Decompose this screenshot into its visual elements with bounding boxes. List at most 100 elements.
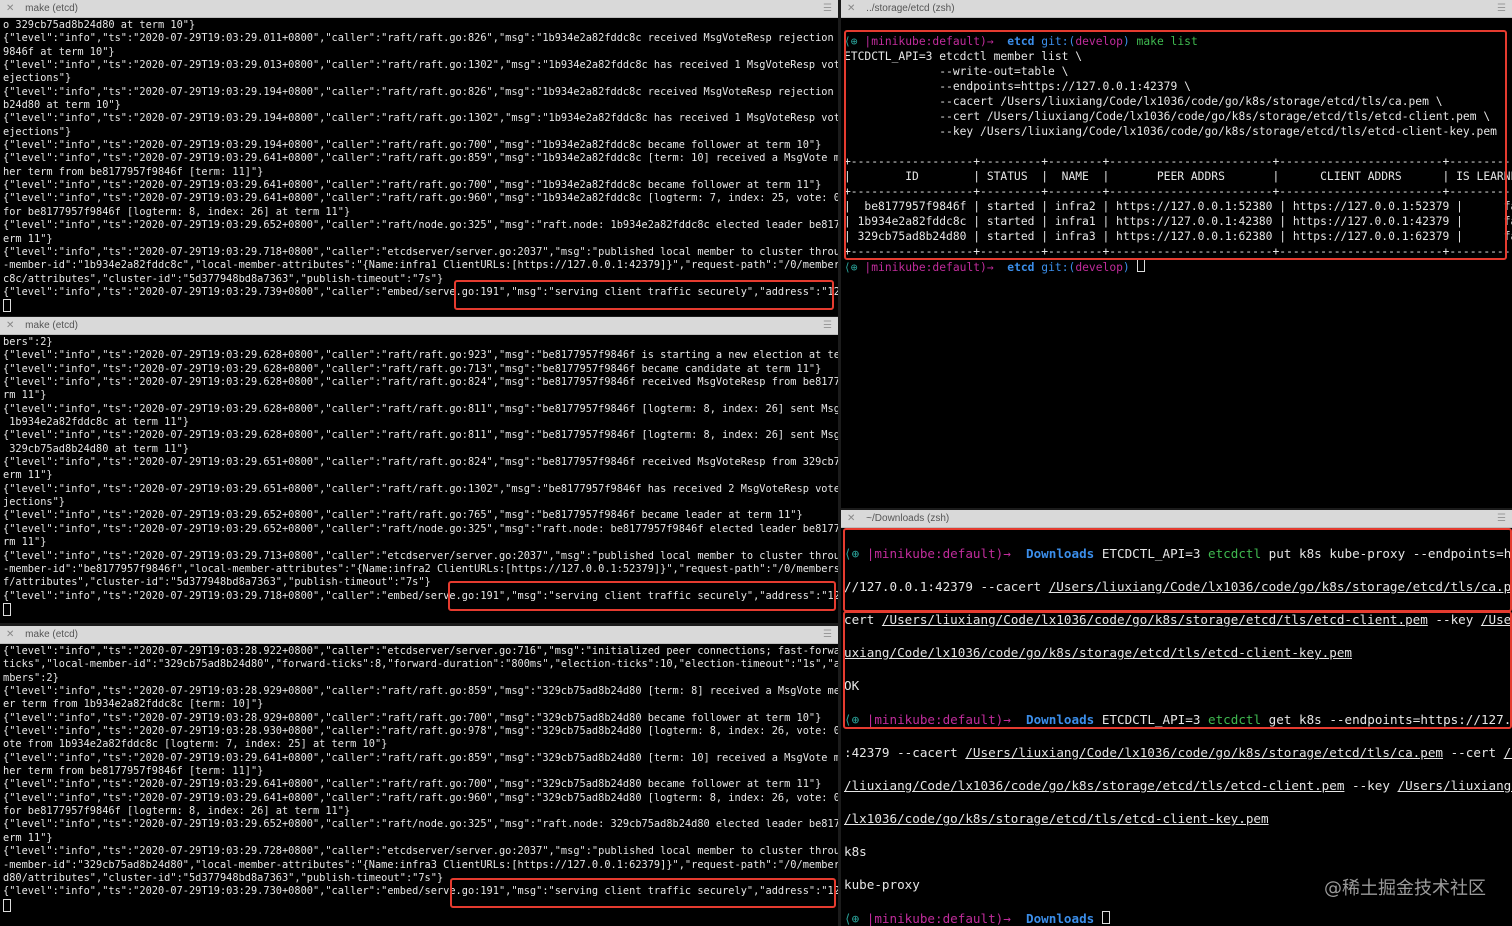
menu-icon[interactable]: ☰ — [823, 626, 832, 643]
log-line: her term from be8177957f9846f [term: 11]… — [3, 165, 264, 178]
command-line: ⟨⊕ |minikube:default)→ Downloads ETCDCTL… — [844, 711, 1512, 727]
log-line: erm 11"} — [3, 831, 53, 844]
log-line: f/attributes","cluster-id":"5d377948bd8a… — [3, 576, 431, 589]
log-line: d80/attributes","cluster-id":"5d377948bd… — [3, 871, 444, 884]
log-line: {"level":"info","ts":"2020-07-29T19:03:2… — [3, 725, 838, 738]
log-line: ticks","local-member-id":"329cb75ad8b24d… — [3, 658, 838, 671]
command-output-line: --cacert /Users/liuxiang/Code/lx1036/cod… — [844, 95, 1443, 108]
pane-titlebar[interactable]: ✕ make (etcd) ☰ — [0, 0, 838, 18]
close-icon[interactable]: ✕ — [6, 320, 14, 331]
pane-title: make (etcd) — [25, 629, 78, 640]
log-line: -member-id":"1b934e2a82fddc8c","local-me… — [3, 259, 838, 272]
text-cursor — [1136, 259, 1145, 272]
log-output: bers":2} {"level":"info","ts":"2020-07-29… — [0, 335, 838, 623]
log-line: rm 11"} — [3, 389, 47, 402]
command-line: uxiang/Code/lx1036/code/go/k8s/storage/e… — [844, 645, 1352, 661]
terminal-pane-etcd[interactable]: ✕ ../storage/etcd (zsh) ☰ ⟨⊕ |minikube:d… — [841, 0, 1512, 508]
log-line: {"level":"info","ts":"2020-07-29T19:03:2… — [3, 152, 838, 165]
pane-titlebar[interactable]: ✕ make (etcd) ☰ — [0, 317, 838, 335]
table-row: +------------------+---------+--------+-… — [844, 245, 1512, 258]
log-line: ejections"} — [3, 72, 72, 85]
cursor-line — [3, 898, 835, 915]
log-output: o 329cb75ad8b24d80 at term 10"} {"level":… — [0, 18, 838, 316]
terminal-pane-infra2[interactable]: ✕ make (etcd) ☰ bers":2} {"level":"info",… — [0, 317, 838, 623]
text-cursor — [3, 299, 11, 313]
log-line: c8c/attributes","cluster-id":"5d377948bd… — [3, 272, 444, 285]
log-line: -member-id":"329cb75ad8b24d80","local-me… — [3, 858, 838, 871]
pane-titlebar[interactable]: ✕ ../storage/etcd (zsh) ☰ — [841, 0, 1512, 18]
log-line: {"level":"info","ts":"2020-07-29T19:03:2… — [3, 112, 838, 125]
shell-output: ⟨⊕ |minikube:default)→ etcd git:(develop… — [841, 18, 1512, 508]
log-line: {"level":"info","ts":"2020-07-29T19:03:2… — [3, 818, 838, 831]
log-line: mbers":2} — [3, 671, 59, 684]
log-line: erm 11"} — [3, 232, 53, 245]
terminal-pane-infra1[interactable]: ✕ make (etcd) ☰ o 329cb75ad8b24d80 at te… — [0, 0, 838, 316]
prompt-line: ⟨⊕ |minikube:default)→ etcd git:(develop… — [844, 259, 1509, 275]
log-line: for be8177957f9846f [logterm: 8, index: … — [3, 805, 351, 818]
log-line: {"level":"info","ts":"2020-07-29T19:03:2… — [3, 791, 838, 804]
menu-icon[interactable]: ☰ — [823, 0, 832, 17]
log-line: 9846f at term 10"} — [3, 45, 115, 58]
pane-title: ~/Downloads (zsh) — [866, 513, 950, 524]
log-line: {"level":"info","ts":"2020-07-29T19:03:2… — [3, 245, 838, 258]
command-output-line: ETCDCTL_API=3 etcdctl member list \ — [844, 50, 1083, 63]
log-line: {"level":"info","ts":"2020-07-29T19:03:2… — [3, 685, 838, 698]
menu-icon[interactable]: ☰ — [823, 317, 832, 334]
close-icon[interactable]: ✕ — [6, 629, 14, 640]
log-line: {"level":"info","ts":"2020-07-29T19:03:2… — [3, 219, 838, 232]
close-icon[interactable]: ✕ — [847, 513, 855, 524]
log-line: {"level":"info","ts":"2020-07-29T19:03:2… — [3, 429, 838, 442]
log-line: {"level":"info","ts":"2020-07-29T19:03:2… — [3, 482, 838, 495]
log-line: {"level":"info","ts":"2020-07-29T19:03:2… — [3, 751, 838, 764]
log-line: {"level":"info","ts":"2020-07-29T19:03:2… — [3, 59, 838, 72]
log-output: {"level":"info","ts":"2020-07-29T19:03:2… — [0, 644, 838, 926]
pane-titlebar[interactable]: ✕ ~/Downloads (zsh) ☰ — [841, 510, 1512, 528]
terminal-pane-infra3[interactable]: ✕ make (etcd) ☰ {"level":"info","ts":"20… — [0, 626, 838, 926]
log-line: {"level":"info","ts":"2020-07-29T19:03:2… — [3, 192, 838, 205]
menu-icon[interactable]: ☰ — [1497, 510, 1506, 527]
log-line: {"level":"info","ts":"2020-07-29T19:03:2… — [3, 402, 838, 415]
command-output-line: --write-out=table \ — [844, 65, 1069, 78]
cursor-line — [3, 299, 835, 315]
terminal-pane-downloads[interactable]: ✕ ~/Downloads (zsh) ☰ ⟨⊕ |minikube:defau… — [841, 510, 1512, 926]
close-icon[interactable]: ✕ — [6, 3, 14, 14]
menu-icon[interactable]: ☰ — [1497, 0, 1506, 17]
log-line: ejections"} — [3, 125, 72, 138]
log-line: {"level":"info","ts":"2020-07-29T19:03:2… — [3, 362, 822, 375]
log-line: {"level":"info","ts":"2020-07-29T19:03:2… — [3, 85, 834, 98]
log-line: 1b934e2a82fddc8c at term 11"} — [3, 416, 189, 429]
log-line: {"level":"info","ts":"2020-07-29T19:03:2… — [3, 711, 822, 724]
cursor-line — [3, 602, 835, 619]
pane-titlebar[interactable]: ✕ make (etcd) ☰ — [0, 626, 838, 644]
prompt-line: ⟨⊕ |minikube:default)→ Downloads — [844, 910, 1509, 926]
log-line: {"level":"info","ts":"2020-07-29T19:03:2… — [3, 845, 838, 858]
log-line: bers":2} — [3, 336, 53, 348]
table-row: | be8177957f9846f | started | infra2 | h… — [844, 200, 1512, 213]
table-spacer — [844, 139, 1509, 154]
log-line: {"level":"info","ts":"2020-07-29T19:03:2… — [3, 509, 803, 522]
pane-title: make (etcd) — [25, 3, 78, 14]
watermark: @稀土掘金技术社区 — [1324, 878, 1486, 899]
log-line: {"level":"info","ts":"2020-07-29T19:03:2… — [3, 522, 838, 535]
pane-title: make (etcd) — [25, 320, 78, 331]
command-output-line: --endpoints=https://127.0.0.1:42379 \ — [844, 80, 1191, 93]
command-line: ⟨⊕ |minikube:default)→ Downloads ETCDCTL… — [844, 545, 1512, 561]
pane-title: ../storage/etcd (zsh) — [866, 3, 955, 14]
log-line: -member-id":"be8177957f9846f","local-mem… — [3, 562, 838, 575]
log-line: er term from 1b934e2a82fddc8c [term: 10]… — [3, 698, 264, 711]
log-line: {"level":"info","ts":"2020-07-29T19:03:2… — [3, 376, 838, 389]
command-output-line: --cert /Users/liuxiang/Code/lx1036/code/… — [844, 110, 1491, 123]
shell-output: ⟨⊕ |minikube:default)→ Downloads ETCDCTL… — [841, 528, 1512, 926]
table-row: | 329cb75ad8b24d80 | started | infra3 | … — [844, 230, 1512, 243]
table-row: | ID | STATUS | NAME | PEER ADDRS | CLIE… — [844, 170, 1512, 183]
log-line: rm 11"} — [3, 536, 47, 549]
log-line: {"level":"info","ts":"2020-07-29T19:03:2… — [3, 456, 838, 469]
log-line: 329cb75ad8b24d80 at term 11"} — [3, 442, 189, 455]
close-icon[interactable]: ✕ — [847, 3, 855, 14]
table-row: +------------------+---------+--------+-… — [844, 155, 1512, 168]
log-line: {"level":"info","ts":"2020-07-29T19:03:2… — [3, 179, 822, 192]
prompt-line: ⟨⊕ |minikube:default)→ etcd git:(develop… — [844, 35, 1198, 48]
output-line: k8s — [844, 844, 867, 860]
text-cursor — [1101, 910, 1110, 924]
command-line: //127.0.0.1:42379 --cacert /Users/liuxia… — [844, 578, 1512, 594]
